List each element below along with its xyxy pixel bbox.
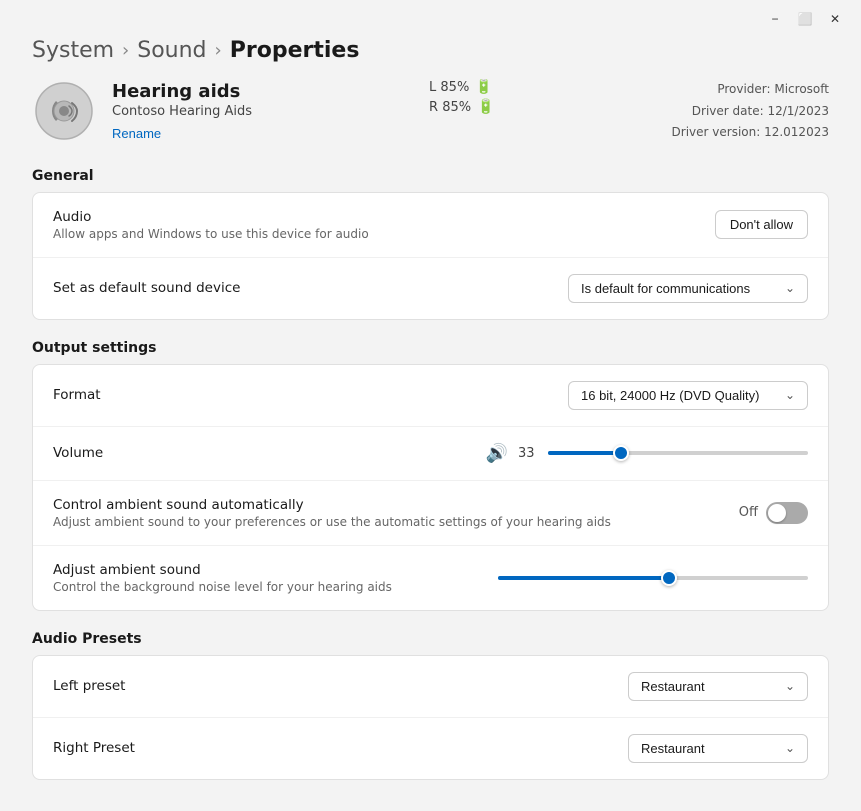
battery-right-icon: 🔋: [477, 99, 494, 115]
audio-presets-card: Left preset Restaurant ⌄ Right Preset Re…: [32, 655, 829, 780]
adjust-ambient-row: Adjust ambient sound Control the backgro…: [33, 546, 828, 610]
output-settings-title: Output settings: [32, 340, 829, 356]
driver-info: Provider: Microsoft Driver date: 12/1/20…: [672, 79, 829, 144]
driver-date-text: Driver date: 12/1/2023: [672, 101, 829, 123]
volume-icon: 🔊: [486, 443, 508, 464]
minimize-button[interactable]: −: [761, 8, 789, 30]
left-preset-value: Restaurant: [641, 679, 705, 694]
ambient-text: Control ambient sound automatically Adju…: [53, 497, 611, 529]
output-settings-card: Format 16 bit, 24000 Hz (DVD Quality) ⌄ …: [32, 364, 829, 611]
default-device-row: Set as default sound device Is default f…: [33, 258, 828, 319]
general-section: General Audio Allow apps and Windows to …: [32, 168, 829, 320]
toggle-knob: [768, 504, 786, 522]
device-icon: [32, 79, 96, 143]
format-chevron-icon: ⌄: [785, 388, 795, 402]
output-settings-section: Output settings Format 16 bit, 24000 Hz …: [32, 340, 829, 611]
adjust-slider-container: [498, 568, 808, 588]
adjust-label: Adjust ambient sound: [53, 562, 392, 578]
ambient-toggle-label: Off: [739, 505, 758, 520]
audio-presets-title: Audio Presets: [32, 631, 829, 647]
device-left: Hearing aids Contoso Hearing Aids Rename: [32, 79, 252, 143]
volume-controls: 🔊 33: [103, 443, 808, 464]
device-name: Hearing aids: [112, 81, 252, 102]
volume-slider-container: [548, 443, 808, 463]
ambient-toggle-wrap: Off: [739, 502, 808, 524]
default-device-value: Is default for communications: [581, 281, 750, 296]
provider-text: Provider: Microsoft: [672, 79, 829, 101]
restore-button[interactable]: ⬜: [791, 8, 819, 30]
format-label: Format: [53, 387, 101, 403]
device-info: Hearing aids Contoso Hearing Aids Rename: [112, 81, 252, 142]
audio-presets-section: Audio Presets Left preset Restaurant ⌄ R…: [32, 631, 829, 780]
volume-slider-thumb[interactable]: [613, 445, 629, 461]
volume-label: Volume: [53, 445, 103, 461]
right-preset-dropdown[interactable]: Restaurant ⌄: [628, 734, 808, 763]
battery-left-label: L 85%: [429, 80, 469, 95]
left-preset-dropdown[interactable]: Restaurant ⌄: [628, 672, 808, 701]
ambient-toggle[interactable]: [766, 502, 808, 524]
format-dropdown[interactable]: 16 bit, 24000 Hz (DVD Quality) ⌄: [568, 381, 808, 410]
battery-left-icon: 🔋: [475, 79, 492, 95]
volume-slider-track: [548, 451, 808, 455]
breadcrumb-system[interactable]: System: [32, 38, 114, 63]
battery-info: L 85% 🔋 R 85% 🔋: [429, 79, 495, 115]
format-value: 16 bit, 24000 Hz (DVD Quality): [581, 388, 759, 403]
right-preset-label: Right Preset: [53, 740, 135, 756]
chevron-down-icon: ⌄: [785, 281, 795, 295]
device-header: Hearing aids Contoso Hearing Aids Rename…: [32, 79, 829, 144]
dont-allow-button[interactable]: Don't allow: [715, 210, 808, 239]
default-device-label: Set as default sound device: [53, 280, 240, 296]
volume-value: 33: [518, 446, 538, 461]
left-preset-label: Left preset: [53, 678, 125, 694]
left-preset-chevron-icon: ⌄: [785, 679, 795, 693]
main-content: Hearing aids Contoso Hearing Aids Rename…: [0, 79, 861, 811]
close-button[interactable]: ✕: [821, 8, 849, 30]
battery-right-row: R 85% 🔋: [429, 99, 495, 115]
right-preset-row: Right Preset Restaurant ⌄: [33, 718, 828, 779]
format-row: Format 16 bit, 24000 Hz (DVD Quality) ⌄: [33, 365, 828, 427]
breadcrumb-sound[interactable]: Sound: [137, 38, 206, 63]
general-title: General: [32, 168, 829, 184]
rename-button[interactable]: Rename: [112, 126, 161, 141]
audio-sublabel: Allow apps and Windows to use this devic…: [53, 227, 369, 241]
breadcrumb-sep-1: ›: [122, 40, 129, 61]
right-preset-value: Restaurant: [641, 741, 705, 756]
driver-version-text: Driver version: 12.012023: [672, 122, 829, 144]
breadcrumb-current: Properties: [230, 38, 360, 63]
title-bar: − ⬜ ✕: [0, 0, 861, 34]
left-preset-row: Left preset Restaurant ⌄: [33, 656, 828, 718]
device-model: Contoso Hearing Aids: [112, 104, 252, 119]
breadcrumb-sep-2: ›: [215, 40, 222, 61]
default-device-dropdown[interactable]: Is default for communications ⌄: [568, 274, 808, 303]
adjust-sublabel: Control the background noise level for y…: [53, 580, 392, 594]
battery-left-row: L 85% 🔋: [429, 79, 495, 95]
adjust-slider-fill: [498, 576, 669, 580]
adjust-text-group: Adjust ambient sound Control the backgro…: [53, 562, 392, 594]
adjust-slider-track: [498, 576, 808, 580]
adjust-slider-thumb[interactable]: [661, 570, 677, 586]
breadcrumb: System › Sound › Properties: [0, 34, 861, 79]
audio-row: Audio Allow apps and Windows to use this…: [33, 193, 828, 258]
right-preset-chevron-icon: ⌄: [785, 741, 795, 755]
ambient-sublabel: Adjust ambient sound to your preferences…: [53, 515, 611, 529]
volume-row: Volume 🔊 33: [33, 427, 828, 481]
volume-slider-fill: [548, 451, 621, 455]
audio-label: Audio: [53, 209, 369, 225]
audio-label-group: Audio Allow apps and Windows to use this…: [53, 209, 369, 241]
ambient-control-row: Control ambient sound automatically Adju…: [33, 481, 828, 546]
general-card: Audio Allow apps and Windows to use this…: [32, 192, 829, 320]
ambient-label: Control ambient sound automatically: [53, 497, 611, 513]
battery-right-label: R 85%: [429, 100, 471, 115]
